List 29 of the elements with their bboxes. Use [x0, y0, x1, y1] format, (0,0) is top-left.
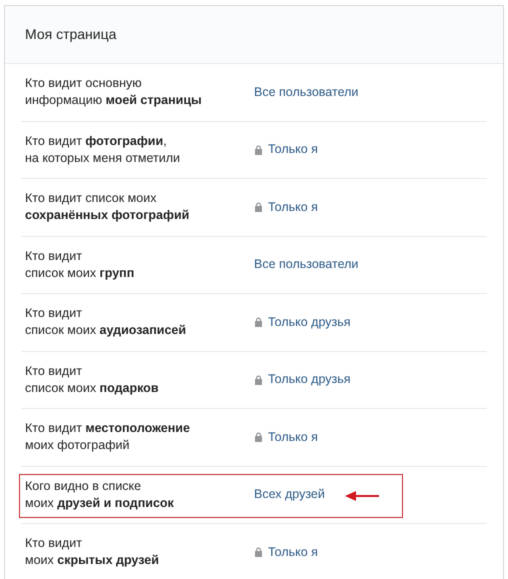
setting-label: моих друзей и подписок — [25, 494, 175, 512]
setting-label: Кто видит — [25, 362, 83, 380]
setting-label: сохранённых фотографий — [25, 207, 190, 224]
privacy-link[interactable]: Только я — [268, 198, 318, 217]
privacy-link[interactable]: Только я — [268, 428, 318, 447]
privacy-link[interactable]: Только друзья — [268, 312, 351, 332]
privacy-link[interactable]: Все пользователи — [254, 255, 358, 274]
privacy-link[interactable]: Только друзья — [268, 370, 351, 390]
setting-label: Кто видит список моих — [25, 190, 158, 208]
privacy-link[interactable]: Всех друзей — [254, 485, 325, 504]
setting-label: Кто видит фотографии, — [25, 132, 168, 150]
setting-label: Кто видит основную — [25, 75, 143, 92]
setting-label: Кто видит местоположение — [25, 420, 191, 438]
setting-label: Кто видит — [25, 305, 83, 322]
privacy-link[interactable]: Только я — [268, 542, 318, 562]
setting-label: моих скрытых друзей — [25, 552, 160, 570]
setting-label: моих фотографий — [25, 437, 130, 454]
setting-label: Кого видно в списке — [25, 478, 142, 495]
setting-label: Кто видит — [25, 248, 83, 265]
setting-label: на которых меня отметили — [25, 150, 182, 167]
arrow-icon — [345, 490, 379, 500]
setting-label: список моих подарков — [25, 380, 160, 397]
privacy-link[interactable]: Только я — [268, 140, 318, 160]
setting-label: список моих аудиозаписей — [25, 322, 188, 340]
setting-label: список моих групп — [25, 264, 136, 282]
setting-label: Кто видит — [25, 535, 83, 552]
setting-label: информацию моей страницы — [25, 92, 203, 110]
section-title: Моя страница — [25, 25, 116, 44]
privacy-link[interactable]: Все пользователи — [254, 82, 358, 102]
